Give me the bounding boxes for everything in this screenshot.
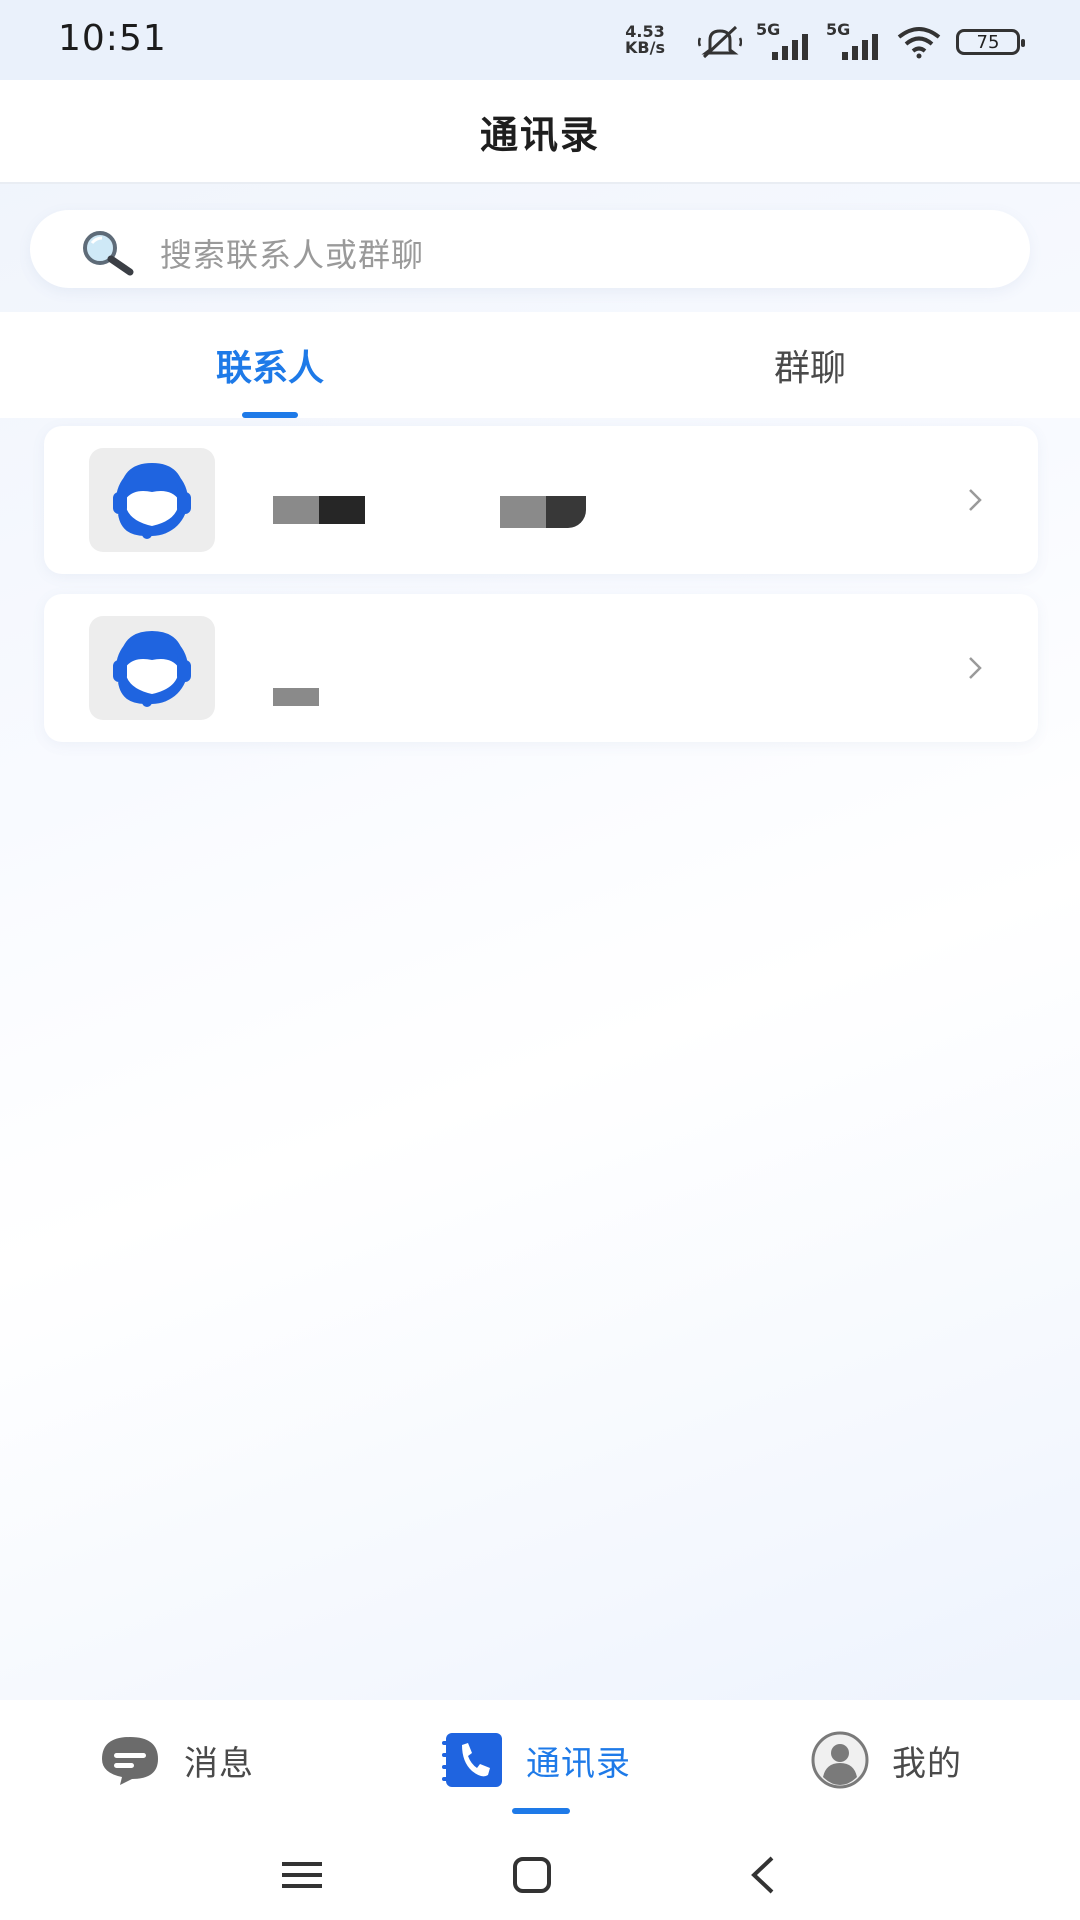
nav-label-profile: 我的 — [892, 1743, 962, 1784]
search-placeholder: 搜索联系人或群聊 — [160, 236, 425, 274]
tab-groups[interactable]: 群聊 — [540, 312, 1080, 418]
bottom-navigation: 消息 通讯录 我的 — [0, 1700, 1080, 1920]
page-title: 通讯录 — [479, 112, 600, 157]
signal-2: 5G — [826, 20, 882, 60]
mute-icon — [698, 25, 742, 59]
contact-item[interactable] — [44, 426, 1038, 574]
nav-active-indicator — [512, 1808, 570, 1814]
home-icon[interactable] — [502, 1850, 562, 1900]
wifi-icon — [897, 27, 941, 59]
network-speed-unit: KB/s — [625, 38, 665, 57]
status-icons: 5G 5G 75 — [698, 20, 1025, 64]
nav-item-profile[interactable]: 我的 — [810, 1730, 962, 1790]
search-icon — [83, 231, 134, 276]
battery-level: 75 — [976, 31, 1000, 53]
headset-support-icon — [113, 462, 191, 539]
contact-avatar — [89, 616, 215, 720]
status-time: 10:51 — [58, 18, 167, 59]
headset-support-icon — [113, 630, 191, 707]
contact-tabs: 联系人 群聊 — [0, 312, 1080, 418]
chevron-right-icon — [969, 489, 982, 511]
phone-book-icon — [442, 1733, 502, 1787]
network-speed: 4.53 KB/s — [618, 24, 672, 56]
battery-indicator: 75 — [956, 29, 1025, 55]
chevron-right-icon — [969, 657, 982, 679]
contact-item[interactable] — [44, 594, 1038, 742]
contact-avatar — [89, 448, 215, 552]
tab-contacts[interactable]: 联系人 — [0, 312, 540, 418]
message-icon — [102, 1737, 158, 1785]
profile-icon — [811, 1731, 869, 1789]
signal-1: 5G — [756, 20, 812, 60]
signal-bars-icon — [772, 34, 808, 60]
signal-bars-icon — [842, 34, 878, 60]
back-icon[interactable] — [734, 1850, 794, 1900]
nav-item-messages[interactable]: 消息 — [98, 1730, 254, 1790]
status-bar: 10:51 4.53 KB/s 5G 5G 75 — [0, 0, 1080, 80]
nav-label-contacts: 通讯录 — [526, 1743, 631, 1784]
menu-icon[interactable] — [272, 1850, 332, 1900]
nav-item-contacts[interactable]: 通讯录 — [440, 1730, 631, 1790]
nav-label-messages: 消息 — [184, 1743, 254, 1784]
redacted-name-block — [273, 688, 319, 706]
active-tab-indicator — [242, 412, 298, 418]
search-input[interactable]: 搜索联系人或群聊 — [30, 210, 1030, 288]
app-header: 通讯录 — [0, 80, 1080, 184]
redacted-name-block — [500, 496, 586, 528]
redacted-name-block — [273, 496, 365, 524]
